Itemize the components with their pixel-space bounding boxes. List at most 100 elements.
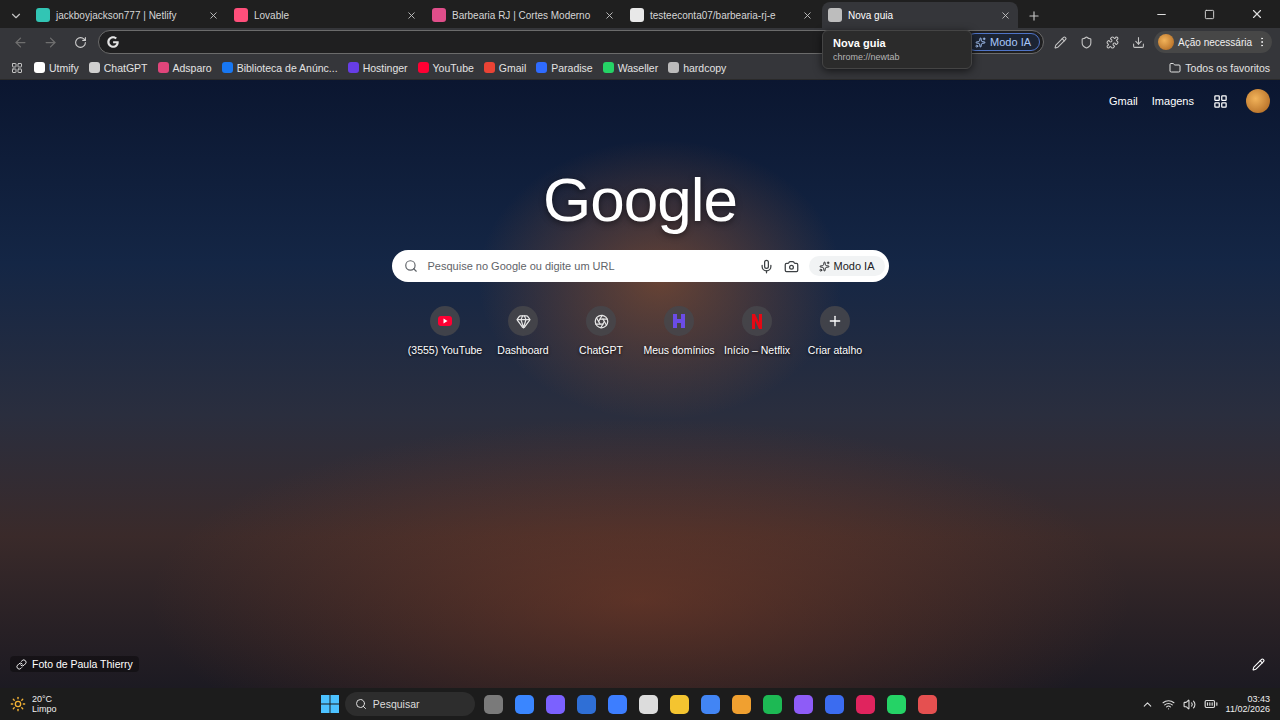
bookmark[interactable]: Paradise: [532, 60, 596, 76]
tooltip-title: Nova guia: [833, 37, 961, 49]
photo-credit[interactable]: Foto de Paula Thierry: [10, 656, 139, 672]
favicon-icon: [36, 8, 50, 22]
shortcut[interactable]: Meus domínios: [640, 304, 718, 356]
bookmark-icon: [34, 62, 45, 73]
all-bookmarks[interactable]: Todos os favoritos: [1165, 60, 1274, 76]
bookmark[interactable]: ChatGPT: [85, 60, 152, 76]
search-placeholder: Pesquise no Google ou digite um URL: [428, 260, 749, 272]
top-link[interactable]: Imagens: [1152, 95, 1194, 107]
account-avatar-icon[interactable]: [1246, 89, 1270, 113]
taskbar-app-icon[interactable]: [887, 695, 906, 714]
bookmark[interactable]: Adsparo: [154, 60, 216, 76]
tab-search-icon[interactable]: [4, 4, 28, 28]
sun-icon: [10, 696, 26, 712]
taskbar-app-icon[interactable]: [825, 695, 844, 714]
extensions-icon[interactable]: [1102, 30, 1122, 54]
weather-widget[interactable]: 20°CLimpo: [10, 694, 120, 715]
bookmark[interactable]: Gmail: [480, 60, 530, 76]
bookmark[interactable]: hardcopy: [664, 60, 730, 76]
ai-mode-button[interactable]: Modo IA: [966, 33, 1040, 51]
shortcut[interactable]: Início – Netflix: [718, 304, 796, 356]
bookmark[interactable]: Waseller: [599, 60, 662, 76]
volume-icon[interactable]: [1183, 698, 1196, 711]
chevron-up-icon[interactable]: [1141, 698, 1154, 711]
forward-icon[interactable]: [38, 30, 62, 54]
close-icon[interactable]: [800, 8, 814, 22]
customize-pencil-icon[interactable]: [1246, 652, 1270, 676]
bookmark-icon: [158, 62, 169, 73]
shortcut[interactable]: Dashboard: [484, 304, 562, 356]
maximize-icon[interactable]: [1186, 0, 1232, 28]
tab[interactable]: Lovable: [228, 2, 424, 28]
close-window-icon[interactable]: [1234, 0, 1280, 28]
taskbar-app-icon[interactable]: [732, 695, 751, 714]
shield-icon[interactable]: [1076, 30, 1096, 54]
top-links: Gmail Imagens: [0, 80, 1280, 122]
taskbar-app-icon[interactable]: [484, 695, 503, 714]
taskbar-app-icon[interactable]: [701, 695, 720, 714]
bookmark-icon: [536, 62, 547, 73]
new-tab-icon[interactable]: [1020, 4, 1048, 28]
sparkle-icon: [975, 37, 986, 48]
search-box[interactable]: Pesquise no Google ou digite um URL Modo …: [392, 250, 889, 282]
tab[interactable]: Nova guiaNova guiachrome://newtab: [822, 2, 1018, 28]
top-link[interactable]: Gmail: [1109, 95, 1138, 107]
center-column: GooglePesquise no Google ou digite um UR…: [0, 122, 1280, 356]
profile-button[interactable]: Ação necessária: [1154, 31, 1272, 53]
bookmark[interactable]: Biblioteca de Anúnc...: [218, 60, 342, 76]
taskbar-app-icon[interactable]: [577, 695, 596, 714]
taskbar-app-icon[interactable]: [546, 695, 565, 714]
menu-icon[interactable]: [1256, 36, 1268, 48]
back-icon[interactable]: [8, 30, 32, 54]
search-icon: [355, 698, 367, 710]
bookmark[interactable]: Utmify: [30, 60, 83, 76]
close-icon[interactable]: [404, 8, 418, 22]
shortcut[interactable]: (3555) YouTube: [406, 304, 484, 356]
shortcut[interactable]: ChatGPT: [562, 304, 640, 356]
tab[interactable]: Barbearia RJ | Cortes Moderno: [426, 2, 622, 28]
bookmark[interactable]: YouTube: [414, 60, 478, 76]
tab[interactable]: jackboyjackson777 | Netlify: [30, 2, 226, 28]
taskbar-app-icon[interactable]: [515, 695, 534, 714]
bookmark-icon: [89, 62, 100, 73]
bookmark[interactable]: Hostinger: [344, 60, 412, 76]
toolbar: Modo IA Ação necessária: [0, 28, 1280, 56]
shortcut[interactable]: Criar atalho: [796, 304, 874, 356]
taskbar-app-icon[interactable]: [856, 695, 875, 714]
tab-title: Nova guia: [848, 10, 992, 21]
taskbar-app-icon[interactable]: [763, 695, 782, 714]
close-icon[interactable]: [602, 8, 616, 22]
google-apps-icon[interactable]: [1208, 89, 1232, 113]
minimize-icon[interactable]: [1138, 0, 1184, 28]
new-tab-page: Gmail Imagens GooglePesquise no Google ou …: [0, 80, 1280, 688]
taskbar-app-icon[interactable]: [918, 695, 937, 714]
taskbar-app-icon[interactable]: [639, 695, 658, 714]
wifi-icon[interactable]: [1162, 698, 1175, 711]
download-icon[interactable]: [1128, 30, 1148, 54]
taskbar: 20°CLimpo Pesquisar 03:4311/02/2026: [0, 688, 1280, 720]
clock[interactable]: 03:4311/02/2026: [1226, 694, 1270, 715]
mic-icon[interactable]: [759, 259, 774, 274]
site-icon: [664, 306, 694, 336]
taskbar-app-icon[interactable]: [608, 695, 627, 714]
pencil-icon[interactable]: [1050, 30, 1070, 54]
windows-logo-icon[interactable]: [321, 695, 339, 713]
taskbar-search[interactable]: Pesquisar: [345, 692, 475, 716]
link-icon: [16, 659, 27, 670]
bookmarks-bar: UtmifyChatGPTAdsparoBiblioteca de Anúnc.…: [0, 56, 1280, 80]
apps-icon[interactable]: [6, 58, 28, 78]
ai-mode-button[interactable]: Modo IA: [809, 256, 885, 276]
taskbar-app-icon[interactable]: [670, 695, 689, 714]
google-icon: [107, 36, 119, 48]
close-icon[interactable]: [206, 8, 220, 22]
lens-icon[interactable]: [784, 259, 799, 274]
taskbar-app-icon[interactable]: [794, 695, 813, 714]
battery-icon[interactable]: [1204, 697, 1218, 711]
reload-icon[interactable]: [68, 30, 92, 54]
shortcuts: (3555) YouTubeDashboardChatGPTMeus domín…: [406, 304, 874, 356]
sparkle-icon: [819, 261, 830, 272]
taskbar-center: Pesquisar: [128, 692, 1133, 716]
tab-strip: jackboyjackson777 | NetlifyLovableBarbea…: [0, 0, 1280, 28]
tab[interactable]: testeeconta07/barbearia-rj-e: [624, 2, 820, 28]
close-icon[interactable]: [998, 8, 1012, 22]
